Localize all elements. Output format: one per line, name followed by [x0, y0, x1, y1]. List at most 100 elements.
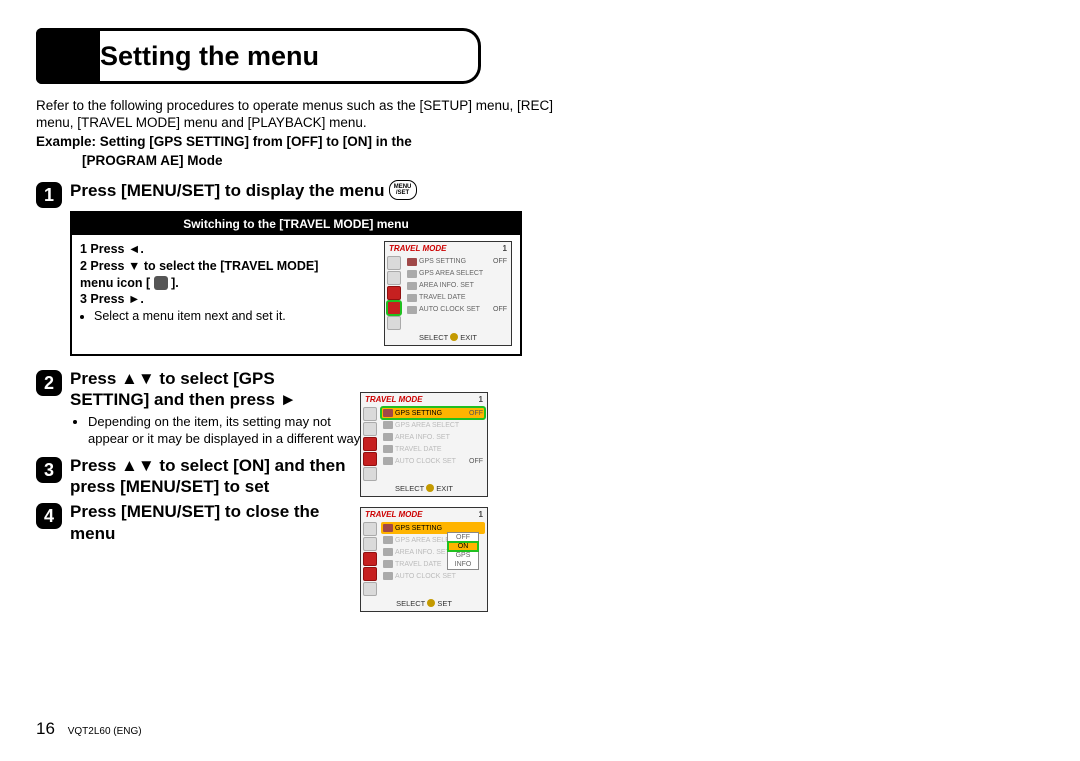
menu-set-icon: MENU /SET: [389, 180, 417, 200]
doc-id: VQT2L60 (ENG): [68, 726, 142, 737]
lcd-footer-select: SELECT: [396, 599, 425, 608]
page-footer: 16 VQT2L60 (ENG): [36, 719, 142, 739]
joystick-icon: [427, 599, 435, 607]
popup-option-info: INFO: [448, 560, 478, 569]
lcd-popup: OFF ON GPS INFO: [447, 532, 479, 570]
lcd-tabs: [385, 255, 403, 331]
lcd-row-label: AREA INFO. SET: [419, 282, 507, 289]
section-title: Setting the menu: [100, 41, 319, 72]
left-arrow-icon: ◄: [128, 242, 140, 256]
row-icon: [407, 294, 417, 302]
step-number-icon: 1: [36, 182, 62, 208]
lcd-footer-select: SELECT: [395, 484, 424, 493]
lcd-footer-exit: EXIT: [460, 333, 477, 342]
lcd-page: 1: [479, 395, 483, 404]
intro-text: Refer to the following procedures to ope…: [36, 98, 576, 132]
row-icon: [383, 421, 393, 429]
box-bullet: Select a menu item next and set it.: [94, 308, 378, 325]
step-3-text-a: Press: [70, 456, 121, 475]
box-line2b: to select the [TRAVEL MODE]: [140, 259, 318, 273]
lcd-tabs: [361, 406, 379, 482]
row-icon: [407, 282, 417, 290]
popup-option-gps: GPS: [448, 551, 478, 560]
lcd-row-value: OFF: [491, 306, 507, 313]
step-1-heading: Press [MENU/SET] to display the menu: [70, 180, 385, 201]
lcd-row-value: OFF: [467, 458, 483, 465]
lcd-tab: [363, 582, 377, 596]
lcd-preview-3: TRAVEL MODE 1 GPS SETTING GPS AREA SELEC…: [360, 507, 488, 612]
lcd-row-label: AUTO CLOCK SET: [395, 458, 467, 465]
row-icon: [407, 270, 417, 278]
travel-mode-box: Switching to the [TRAVEL MODE] menu 1 Pr…: [70, 211, 522, 356]
box-line1b: .: [140, 242, 143, 256]
lcd-tab: [387, 256, 401, 270]
box-line3a: menu icon [: [80, 276, 154, 290]
lcd-row-label: GPS AREA SELECT: [395, 422, 483, 429]
up-down-arrow-icon: ▲▼: [121, 369, 155, 388]
lcd-preview-2: TRAVEL MODE 1 GPS SETTINGOFF GPS AREA SE…: [360, 392, 488, 497]
joystick-icon: [426, 484, 434, 492]
down-arrow-icon: ▼: [128, 259, 140, 273]
lcd-preview-1: TRAVEL MODE 1: [384, 241, 512, 346]
lcd-tab: [387, 271, 401, 285]
lcd-row-value: OFF: [467, 410, 483, 417]
step-4-heading: Press [MENU/SET] to close the menu: [70, 501, 355, 544]
lcd-title: TRAVEL MODE: [389, 244, 446, 253]
lcd-footer-exit: EXIT: [436, 484, 453, 493]
lcd-row-label: TRAVEL DATE: [419, 294, 507, 301]
box-line4a: 3 Press: [80, 292, 128, 306]
lcd-tab: [363, 437, 377, 451]
lcd-list: GPS SETTINGOFF GPS AREA SELECT AREA INFO…: [403, 255, 511, 331]
row-icon: [383, 433, 393, 441]
step-2-text-a: Press: [70, 369, 121, 388]
row-icon: [383, 457, 393, 465]
lcd-row-label: GPS SETTING: [419, 258, 491, 265]
example-line-1: Example: Setting [GPS SETTING] from [OFF…: [36, 134, 576, 151]
lcd-tab: [363, 452, 377, 466]
lcd-row-label: AREA INFO. SET: [395, 434, 483, 441]
box-header: Switching to the [TRAVEL MODE] menu: [72, 213, 520, 235]
section-title-bar: Setting the menu: [36, 28, 481, 84]
page-number: 16: [36, 719, 55, 738]
lcd-row-label: TRAVEL DATE: [395, 446, 483, 453]
lcd-tab: [387, 316, 401, 330]
lcd-title: TRAVEL MODE: [365, 510, 422, 519]
lcd-row-label: GPS SETTING: [395, 525, 483, 532]
lcd-tab: [363, 422, 377, 436]
row-icon: [383, 572, 393, 580]
gps-icon: [407, 258, 417, 266]
gps-icon: [383, 524, 393, 532]
box-line4b: .: [140, 292, 143, 306]
box-line3b: ].: [168, 276, 179, 290]
box-line2a: 2 Press: [80, 259, 128, 273]
lcd-tab: [363, 567, 377, 581]
step-number-icon: 2: [36, 370, 62, 396]
lcd-tab: [363, 552, 377, 566]
row-icon: [383, 560, 393, 568]
box-instructions: 1 Press ◄. 2 Press ▼ to select the [TRAV…: [80, 241, 378, 346]
step-number-icon: 4: [36, 503, 62, 529]
popup-option-off: OFF: [448, 533, 478, 542]
lcd-row-value: OFF: [491, 258, 507, 265]
example-line-2: [PROGRAM AE] Mode: [36, 153, 576, 170]
lcd-footer-set: SET: [437, 599, 452, 608]
lcd-tab: [363, 407, 377, 421]
step-number-icon: 3: [36, 457, 62, 483]
lcd-tab: [363, 522, 377, 536]
gps-icon: [383, 409, 393, 417]
lcd-tab: [363, 537, 377, 551]
up-down-arrow-icon: ▲▼: [121, 456, 155, 475]
row-icon: [383, 548, 393, 556]
lcd-tabs: [361, 521, 379, 597]
lcd-page: 1: [479, 510, 483, 519]
lcd-tab: [387, 286, 401, 300]
lcd-tab: [363, 467, 377, 481]
menu-set-icon-bottom: /SET: [396, 190, 409, 196]
travel-mode-menu-icon: [154, 276, 168, 290]
popup-option-on: ON: [448, 542, 478, 551]
joystick-icon: [450, 333, 458, 341]
row-icon: [407, 306, 417, 314]
lcd-row-label: AUTO CLOCK SET: [419, 306, 491, 313]
right-arrow-icon: ►: [128, 292, 140, 306]
lcd-tab-highlight: [387, 301, 401, 315]
